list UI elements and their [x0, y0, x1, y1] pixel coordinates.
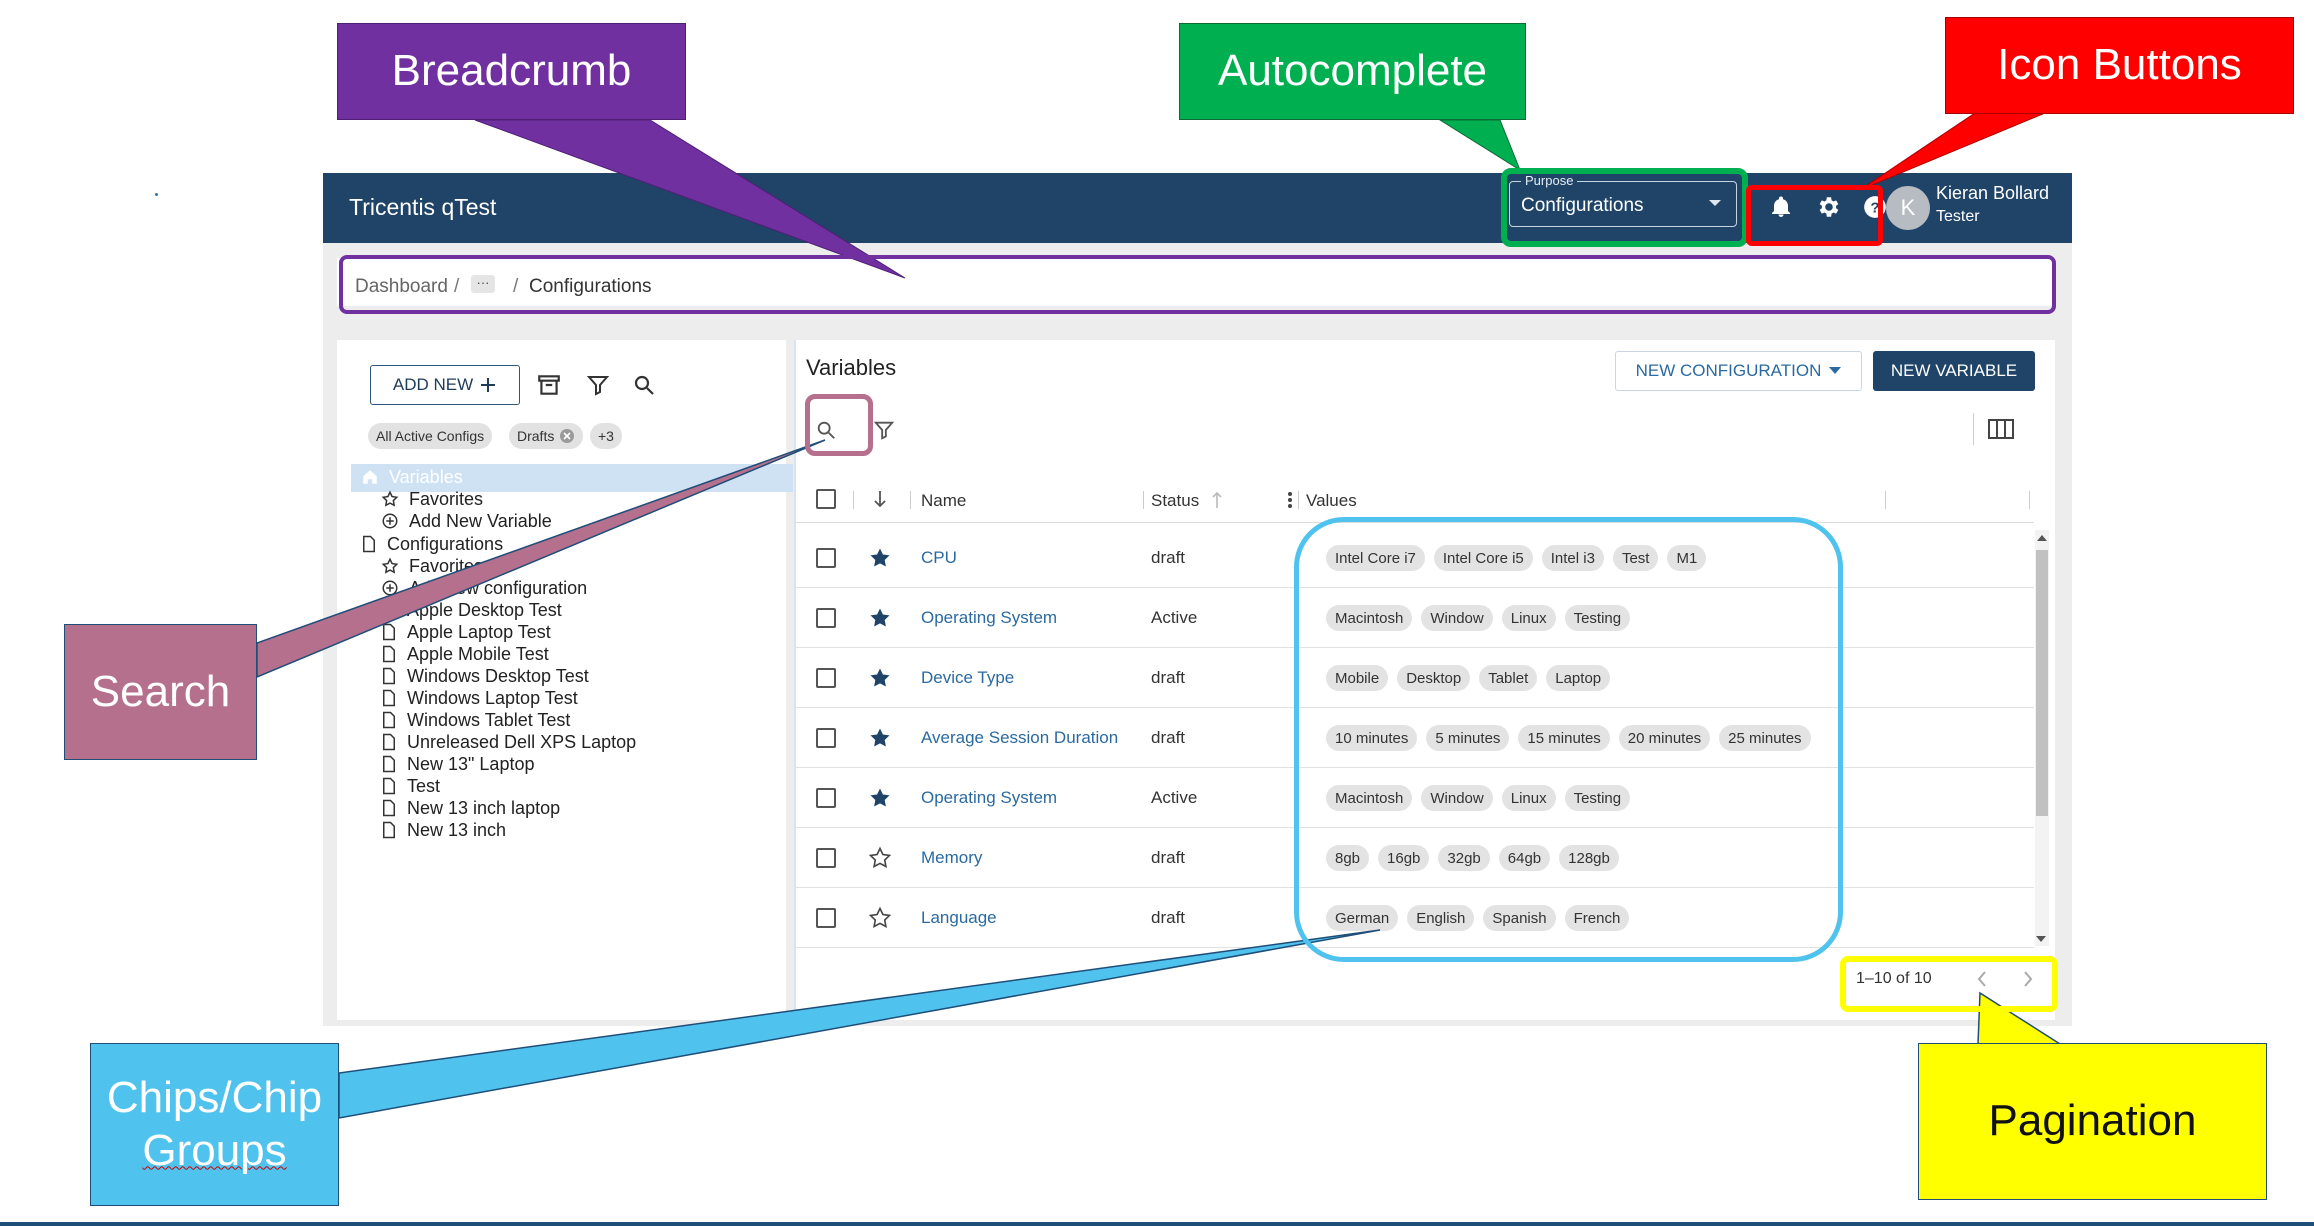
chips-pointer	[338, 929, 1381, 1119]
icon-buttons-pointer	[1859, 112, 2046, 191]
autocomplete-pointer	[1438, 119, 1522, 172]
callout-pagination: Pagination	[1918, 1043, 2267, 1200]
pagination-pointer	[1977, 991, 2063, 1045]
callout-chips-line1: Chips/Chip	[106, 1072, 323, 1122]
callout-search: Search	[64, 624, 257, 760]
callout-autocomplete: Autocomplete	[1179, 23, 1526, 120]
callout-chips: Chips/Chip Groups	[90, 1043, 339, 1206]
callout-breadcrumb: Breadcrumb	[337, 23, 686, 120]
search-pointer	[256, 439, 826, 679]
breadcrumb-pointer	[474, 119, 906, 279]
callout-icon-buttons: Icon Buttons	[1945, 17, 2294, 114]
callout-chips-line2: Groups	[142, 1125, 287, 1175]
